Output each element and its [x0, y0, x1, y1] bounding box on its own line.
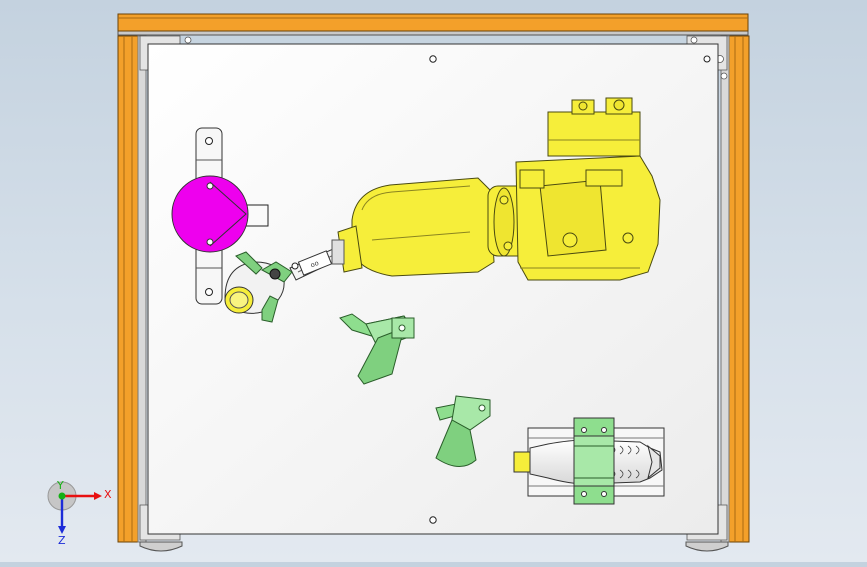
z-axis-label: Z — [58, 534, 66, 547]
y-axis-label: Y — [56, 479, 64, 492]
axis-triad: X Y Z — [47, 479, 112, 547]
y-axis-dot — [58, 492, 66, 500]
assembly-drawing: oo — [117, 13, 750, 552]
frame-feet — [139, 541, 729, 552]
bottle-fixture[interactable] — [513, 417, 665, 505]
x-axis-label: X — [104, 488, 112, 501]
cad-viewport[interactable]: oo X Y Z — [0, 0, 867, 562]
